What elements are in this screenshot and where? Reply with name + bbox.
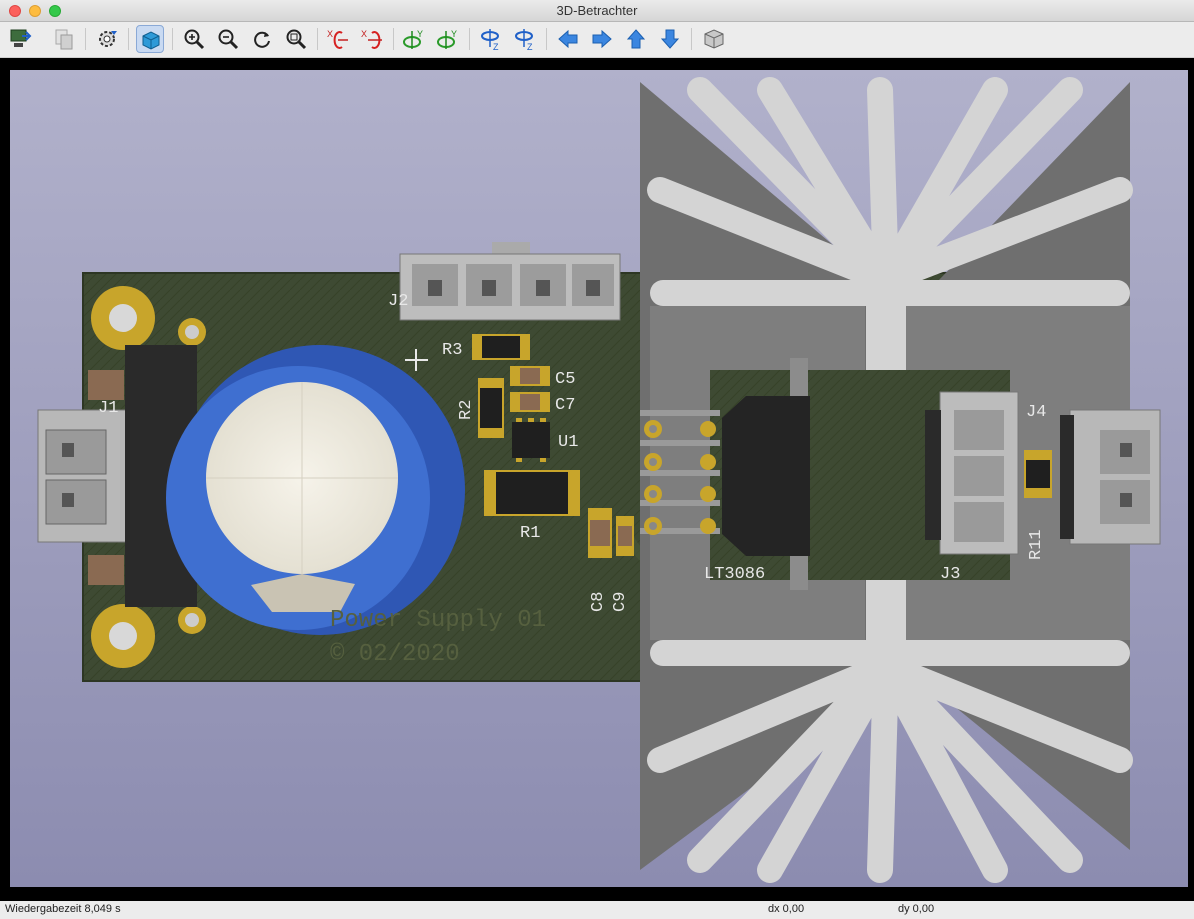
resistor-r3 (472, 334, 530, 360)
3d-canvas[interactable]: J1 J2 R3 C5 C7 R2 U1 R1 C8 C9 Power Supp… (10, 70, 1188, 887)
3d-viewport[interactable]: J1 J2 R3 C5 C7 R2 U1 R1 C8 C9 Power Supp… (0, 58, 1194, 901)
rotate-x-icon: X (327, 29, 348, 49)
silk-j4: J4 (1026, 403, 1046, 422)
zoom-in-button[interactable] (180, 25, 208, 53)
move-up-button[interactable] (622, 25, 650, 53)
mounting-hole (91, 604, 155, 668)
dx-status: dx 0,00 (768, 903, 805, 915)
toolbar: X X Y Y Z Z (0, 22, 1194, 58)
silk-c7: C7 (555, 396, 575, 415)
gear-icon (99, 31, 117, 47)
display-options-button[interactable] (93, 25, 121, 53)
refresh-icon (254, 31, 270, 48)
arrow-right-icon (592, 29, 612, 49)
silk-r11: R11 (1027, 529, 1046, 560)
rotate-z-ccw-button[interactable]: Z (511, 25, 539, 53)
title-bar: 3D-Betrachter (0, 0, 1194, 22)
rotate-z-icon: Z (481, 29, 499, 51)
ic-u1 (512, 418, 550, 462)
rotate-x-ccw-button[interactable]: X (358, 25, 386, 53)
capacitor-c9 (616, 516, 634, 556)
silk-j3: J3 (940, 565, 960, 584)
capacitor-c5 (510, 366, 550, 386)
rotate-y-icon: Y (403, 29, 423, 49)
window-title: 3D-Betrachter (556, 3, 638, 18)
svg-text:Z: Z (527, 42, 533, 51)
resistor-r1 (484, 470, 580, 516)
silk-c5: C5 (555, 370, 575, 389)
zoom-out-button[interactable] (214, 25, 242, 53)
dy-status: dy 0,00 (898, 903, 935, 915)
copy-icon (55, 29, 73, 50)
zoom-out-icon (218, 29, 239, 50)
svg-text:X: X (327, 29, 333, 39)
rotate-x-cw-button[interactable]: X (324, 25, 352, 53)
zoom-in-icon (184, 29, 205, 50)
rotate-z-cw-button[interactable]: Z (477, 25, 505, 53)
capacitor-c8 (588, 508, 612, 558)
pcb-scene[interactable]: J1 J2 R3 C5 C7 R2 U1 R1 C8 C9 Power Supp… (10, 70, 1188, 887)
silk-r1: R1 (520, 524, 540, 543)
silk-c8: C8 (589, 592, 608, 612)
resistor-r11 (1024, 450, 1052, 498)
silk-j1: J1 (98, 399, 118, 418)
rotate-x-icon: X (361, 29, 382, 49)
connector-j3 (925, 391, 1019, 555)
silk-board-name: Power Supply 01 (330, 607, 546, 634)
redraw-button[interactable] (248, 25, 276, 53)
svg-text:X: X (361, 29, 367, 39)
rotate-z-icon: Z (515, 29, 533, 51)
render-time-status: Wiedergabezeit 8,049 s (5, 903, 121, 915)
arrow-left-icon (558, 29, 578, 49)
reload-board-button[interactable] (6, 25, 34, 53)
silk-board-date: © 02/2020 (330, 641, 460, 668)
silk-c9: C9 (611, 592, 630, 612)
silk-lt3086: LT3086 (704, 565, 765, 584)
connector-j2 (399, 242, 621, 321)
mounting-hole (91, 286, 155, 350)
toggle-orthographic-button[interactable] (700, 25, 728, 53)
svg-text:Z: Z (493, 42, 499, 51)
silk-r2: R2 (457, 400, 476, 420)
silk-u1: U1 (558, 433, 578, 452)
zoom-fit-icon (286, 29, 307, 50)
rotate-y-cw-button[interactable]: Y (400, 25, 428, 53)
status-bar: Wiedergabezeit 8,049 s dx 0,00 dy 0,00 (0, 901, 1194, 919)
ortho-cube-icon (704, 29, 724, 49)
cube-icon (142, 31, 160, 50)
copy-image-button[interactable] (50, 25, 78, 53)
rotate-y-icon: Y (437, 29, 457, 49)
raytracing-toggle-button[interactable] (136, 25, 164, 53)
reload-board-icon (10, 29, 32, 47)
silk-r3: R3 (442, 341, 462, 360)
zoom-fit-button[interactable] (282, 25, 310, 53)
move-right-button[interactable] (588, 25, 616, 53)
arrow-down-icon (660, 29, 680, 49)
silk-j2: J2 (388, 292, 408, 311)
arrow-up-icon (626, 29, 646, 49)
resistor-r2 (478, 378, 504, 438)
capacitor-c7 (510, 392, 550, 412)
move-left-button[interactable] (554, 25, 582, 53)
connector-j4 (1060, 409, 1161, 545)
rotate-y-ccw-button[interactable]: Y (434, 25, 462, 53)
move-down-button[interactable] (656, 25, 684, 53)
